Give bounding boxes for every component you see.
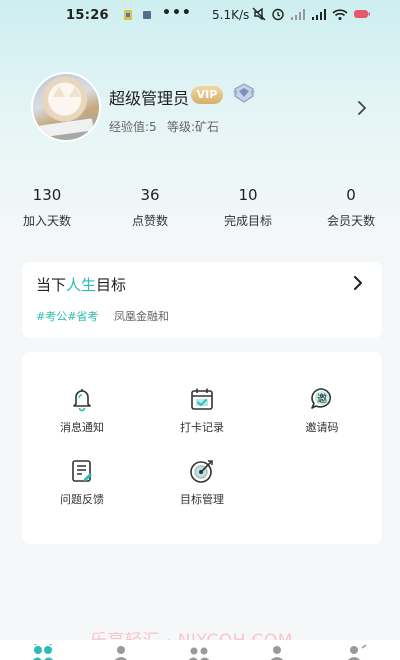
mute-icon [252, 7, 266, 21]
stat-label: 加入天数 [22, 214, 71, 228]
status-bar: 15:26 ••• 5.1K/s [0, 0, 400, 32]
menu-item-label: 消息通知 [60, 421, 104, 434]
invite-glyph: 邀 [317, 392, 327, 405]
level-badge-icon [233, 83, 255, 103]
nav-profile-icon[interactable] [264, 644, 290, 660]
life-goal-card[interactable]: 当下人生目标 #考公#省考 凤凰金融和 [22, 262, 382, 338]
stat-value: 130 [32, 186, 62, 204]
nav-me-icon[interactable] [342, 644, 368, 660]
chevron-right-icon[interactable] [356, 101, 368, 115]
nav-person-icon[interactable] [108, 644, 134, 660]
stat-label: 会员天数 [326, 214, 375, 228]
goal-title-prefix: 当下 [36, 276, 67, 294]
menu-card: 消息通知 打卡记录 邀 邀请码 问题反馈 目标管理 [22, 352, 382, 544]
signal-hd-icon [312, 8, 326, 20]
goal-company: 凤凰金融和 [114, 310, 169, 323]
bottom-nav [0, 640, 400, 660]
stat-likes[interactable]: 36 点赞数 [105, 186, 195, 229]
more-notifications-icon: ••• [162, 5, 192, 21]
menu-item-label: 目标管理 [180, 493, 224, 506]
stat-value: 0 [346, 186, 356, 204]
feedback-doc-icon [72, 460, 92, 482]
stat-label: 完成目标 [223, 214, 272, 228]
notification-app-icon-2 [143, 11, 151, 19]
vip-badge: VIP [191, 86, 223, 104]
experience-value: 经验值:5 [109, 120, 157, 134]
stat-member-days[interactable]: 0 会员天数 [306, 186, 396, 229]
battery-icon [354, 10, 370, 18]
target-icon [190, 460, 213, 483]
stat-value: 10 [238, 186, 258, 204]
avatar[interactable] [31, 72, 101, 142]
stat-completed-goals[interactable]: 10 完成目标 [203, 186, 293, 229]
menu-item-notifications[interactable]: 消息通知 [37, 386, 127, 435]
bell-icon [73, 389, 91, 412]
wifi-icon [332, 8, 348, 20]
goal-title-suffix: 目标 [96, 276, 127, 294]
menu-item-checkin-records[interactable]: 打卡记录 [157, 386, 247, 435]
goal-title-highlight: 人生 [66, 276, 97, 294]
level-value: 等级:矿石 [167, 120, 220, 134]
menu-item-goal-management[interactable]: 目标管理 [157, 458, 247, 507]
signal-icon [291, 8, 305, 20]
chevron-right-icon[interactable] [352, 276, 364, 290]
menu-item-label: 打卡记录 [180, 421, 224, 434]
menu-item-label: 问题反馈 [60, 493, 104, 506]
network-speed: 5.1K/s [212, 8, 250, 22]
menu-item-invite-code[interactable]: 邀 邀请码 [277, 386, 367, 435]
avatar-image-detail [53, 86, 65, 97]
menu-item-feedback[interactable]: 问题反馈 [37, 458, 127, 507]
nav-group-icon[interactable] [186, 644, 212, 660]
nav-home-icon[interactable] [30, 644, 56, 660]
status-time: 15:26 [66, 8, 109, 23]
notification-app-icon [124, 10, 132, 20]
stat-join-days[interactable]: 130 加入天数 [2, 186, 92, 229]
avatar-image-detail [38, 118, 94, 138]
alarm-icon [272, 8, 284, 21]
menu-item-label: 邀请码 [305, 421, 339, 434]
stat-value: 36 [140, 186, 160, 204]
calendar-check-icon [191, 388, 213, 410]
invite-bubble-icon: 邀 [311, 388, 332, 409]
goal-tags[interactable]: #考公#省考 [36, 308, 98, 324]
stat-label: 点赞数 [131, 214, 168, 228]
avatar-image-detail [69, 86, 81, 97]
username: 超级管理员 [109, 89, 190, 108]
goal-title: 当下人生目标 [36, 274, 126, 295]
